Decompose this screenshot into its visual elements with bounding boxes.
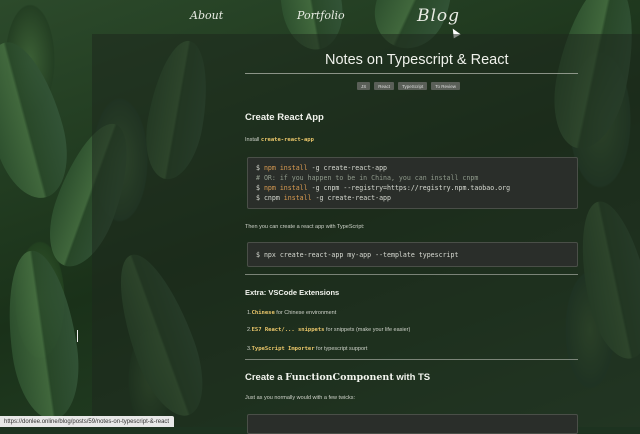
- list-item: 1.Chinese for Chinese environment: [247, 310, 337, 316]
- list-item: 2.ES7 React/... snippets for snippets (m…: [247, 327, 411, 333]
- nav-about-link[interactable]: About: [190, 9, 223, 22]
- heading-extra-vscode: Extra: VSCode Extensions: [245, 288, 340, 297]
- heading-create-react-app: Create React App: [245, 112, 324, 123]
- code-line: $ npm install -g cnpm --registry=https:/…: [256, 184, 511, 192]
- typescript-code-block[interactable]: $ npx create-react-app my-app --template…: [247, 242, 578, 267]
- function-paragraph: Just as you normally would with a few tw…: [245, 395, 356, 401]
- list-item: 3.TypeScript Importer for typescript sup…: [247, 346, 368, 352]
- post-content: Notes on Typescript & React JS React Typ…: [245, 34, 578, 434]
- nav-portfolio-link[interactable]: Portfolio: [297, 9, 345, 22]
- install-inline-code: create-react-app: [260, 137, 314, 143]
- install-paragraph: Install create-react-app: [245, 137, 314, 143]
- tag-react[interactable]: React: [374, 82, 395, 90]
- status-bar-url: https://donlee.online/blog/posts/59/note…: [0, 416, 175, 427]
- post-tags: JS React TypeScript To Review: [357, 82, 461, 90]
- title-divider: [245, 73, 578, 74]
- section-divider: [245, 274, 578, 275]
- tag-js[interactable]: JS: [357, 82, 371, 90]
- heading-function-component: Create a FunctionComponent with TS: [245, 372, 431, 383]
- nav-blog-link[interactable]: Blog: [417, 6, 460, 26]
- tag-typescript[interactable]: TypeScript: [398, 82, 428, 90]
- post-title: Notes on Typescript & React: [325, 52, 509, 68]
- code-line: # OR: if you happen to be in China, you …: [256, 174, 479, 182]
- code-line: $ cnpm install -g create-react-app: [256, 194, 391, 202]
- function-code-block[interactable]: [247, 414, 578, 434]
- section-divider: [245, 359, 578, 360]
- install-prefix: Install: [245, 137, 261, 143]
- code-line: $ npm install -g create-react-app: [256, 164, 388, 172]
- typescript-paragraph: Then you can create a react app with Typ…: [245, 224, 365, 230]
- install-code-block[interactable]: $ npm install -g create-react-app # OR: i…: [247, 157, 578, 209]
- tag-to-review[interactable]: To Review: [431, 82, 461, 90]
- top-nav: About Portfolio Blog: [0, 0, 640, 34]
- text-cursor-icon: [77, 330, 78, 342]
